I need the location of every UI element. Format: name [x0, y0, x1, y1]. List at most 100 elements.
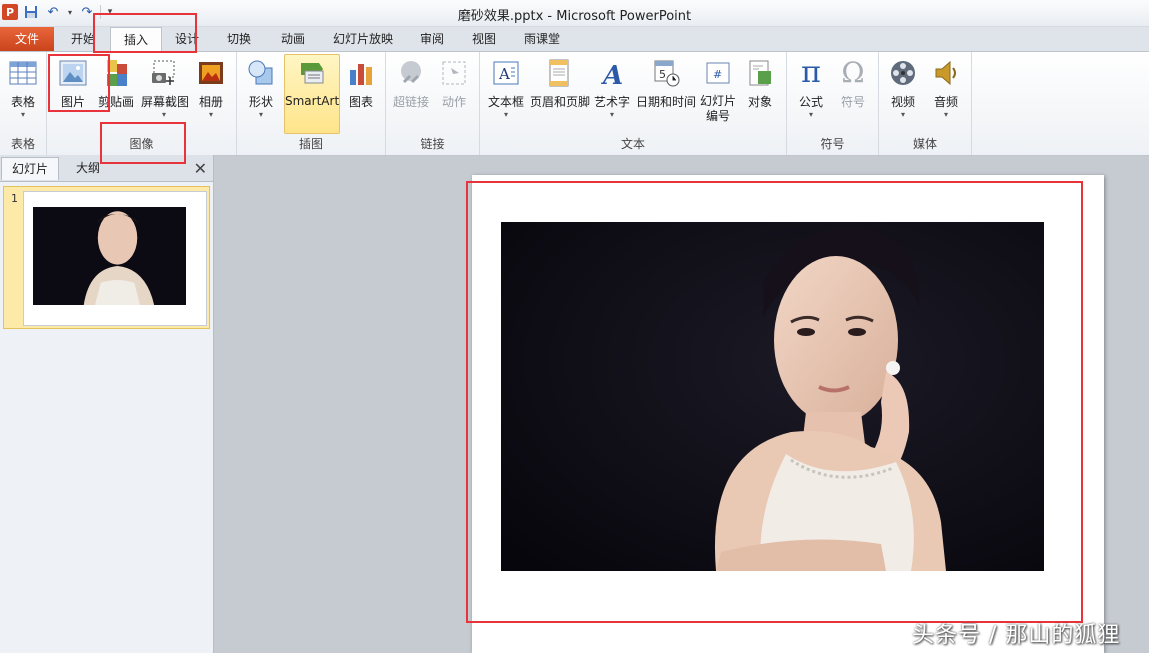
chevron-down-icon: ▾ [208, 110, 213, 119]
tab-transitions[interactable]: 切换 [216, 27, 262, 51]
chevron-down-icon: ▾ [808, 110, 813, 119]
smartart-button[interactable]: SmartArt [284, 54, 340, 134]
audio-button[interactable]: 音频 ▾ [926, 56, 966, 128]
textbox-icon: A [491, 58, 521, 88]
tab-view[interactable]: 视图 [462, 27, 506, 51]
group-symbols: π 公式 ▾ Ω 符号 符号 [787, 52, 879, 155]
close-icon[interactable]: ✕ [194, 159, 207, 178]
watermark: 头条号 / 那山的狐狸 [912, 623, 1121, 648]
header-footer-button[interactable]: 页眉和页脚 [530, 56, 591, 128]
equation-label: 公式 [798, 95, 823, 109]
symbol-button[interactable]: Ω 符号 [833, 56, 873, 128]
equation-button[interactable]: π 公式 ▾ [791, 56, 831, 128]
tab-slides[interactable]: 幻灯片 [1, 157, 59, 180]
audio-label: 音频 [933, 95, 958, 109]
video-label: 视频 [890, 95, 915, 109]
hyperlink-icon [396, 58, 426, 88]
smartart-icon [297, 57, 327, 87]
shapes-button[interactable]: 形状 ▾ [241, 56, 281, 128]
table-button[interactable]: 表格 ▾ [3, 56, 43, 128]
slides-pane: 幻灯片 大纲 ✕ 1 [0, 155, 214, 653]
smartart-label: SmartArt [285, 94, 340, 108]
svg-text:5: 5 [659, 68, 666, 81]
highlight-insert-tab [93, 13, 197, 53]
thumbnail-photo [33, 207, 186, 305]
group-label-tables: 表格 [10, 137, 35, 151]
wordart-button[interactable]: A 艺术字 ▾ [592, 56, 632, 128]
group-label-text: 文本 [620, 137, 645, 151]
pi-icon: π [801, 55, 821, 90]
action-label: 动作 [441, 95, 466, 109]
tab-file[interactable]: 文件 [0, 27, 54, 51]
screenshot-button[interactable]: 屏幕截图 ▾ [141, 56, 190, 128]
slide-number-button[interactable]: # 幻灯片 编号 [698, 56, 738, 136]
table-label: 表格 [10, 95, 35, 109]
object-icon [745, 58, 775, 88]
screenshot-icon [149, 58, 179, 88]
wordart-icon: A [597, 58, 627, 91]
hyperlink-label: 超链接 [392, 95, 429, 109]
textbox-label: 文本框 [487, 95, 524, 109]
chevron-down-icon: ▾ [609, 110, 614, 119]
chevron-down-icon: ▾ [943, 110, 948, 119]
textbox-button[interactable]: A 文本框 ▾ [484, 56, 528, 128]
group-tables: 表格 ▾ 表格 [0, 52, 47, 155]
slide-number-icon: # [703, 58, 733, 88]
chevron-down-icon: ▾ [20, 110, 25, 119]
datetime-button[interactable]: 5 日期和时间 [636, 56, 696, 128]
datetime-label: 日期和时间 [636, 95, 697, 109]
speaker-icon [931, 58, 961, 88]
highlight-picture-button [48, 54, 110, 112]
highlight-slide [466, 181, 1083, 623]
group-media: 视频 ▾ 音频 ▾ 媒体 [879, 52, 972, 155]
calendar-icon: 5 [651, 58, 681, 88]
svg-text:#: # [713, 68, 722, 81]
chart-icon [346, 58, 376, 88]
svg-text:A: A [498, 65, 510, 83]
object-label: 对象 [747, 95, 772, 109]
header-footer-label: 页眉和页脚 [530, 95, 591, 109]
video-button[interactable]: 视频 ▾ [883, 56, 923, 128]
shapes-icon [246, 58, 276, 88]
tab-animations[interactable]: 动画 [270, 27, 316, 51]
slide-number: 1 [11, 192, 18, 205]
group-text: A 文本框 ▾ 页眉和页脚 A 艺术字 ▾ 5 日期和时间 # 幻灯片 编号 对… [480, 52, 787, 155]
highlight-images-group [100, 122, 186, 164]
table-icon [8, 58, 38, 88]
action-button[interactable]: 动作 [434, 56, 474, 128]
tab-review[interactable]: 审阅 [410, 27, 454, 51]
album-button[interactable]: 相册 ▾ [191, 56, 231, 128]
photo-album-icon [196, 58, 226, 88]
object-button[interactable]: 对象 [741, 56, 779, 128]
header-footer-icon [544, 58, 574, 88]
chevron-down-icon: ▾ [503, 110, 508, 119]
slide-thumbnail-selected[interactable]: 1 [3, 186, 210, 329]
screenshot-label: 屏幕截图 [141, 95, 190, 109]
slide-number-label-line2: 编号 [705, 109, 730, 123]
group-label-media: 媒体 [912, 137, 937, 151]
group-label-illustrations: 插图 [298, 137, 323, 151]
film-reel-icon [888, 58, 918, 88]
chart-button[interactable]: 图表 [341, 56, 381, 128]
group-illustrations: 形状 ▾ SmartArt 图表 插图 [237, 52, 386, 155]
hyperlink-button[interactable]: 超链接 [390, 56, 432, 128]
wordart-label: 艺术字 [593, 95, 630, 109]
tab-rain-classroom[interactable]: 雨课堂 [514, 27, 570, 51]
group-label-links: 链接 [420, 137, 445, 151]
shapes-label: 形状 [248, 95, 273, 109]
slide-number-label-line1: 幻灯片 [699, 94, 736, 108]
group-label-symbols: 符号 [820, 137, 845, 151]
chevron-down-icon: ▾ [258, 110, 263, 119]
symbol-label: 符号 [840, 95, 865, 109]
group-links: 超链接 动作 链接 [386, 52, 480, 155]
slide-number-label: 幻灯片 编号 [698, 94, 738, 124]
slide-thumbnail[interactable] [23, 191, 207, 326]
action-icon [439, 58, 469, 88]
tab-slideshow[interactable]: 幻灯片放映 [325, 27, 401, 51]
svg-text:A: A [600, 61, 623, 88]
chevron-down-icon: ▾ [161, 110, 166, 119]
album-label: 相册 [198, 95, 223, 109]
chevron-down-icon: ▾ [900, 110, 905, 119]
omega-icon: Ω [841, 56, 865, 89]
chart-label: 图表 [348, 95, 373, 109]
